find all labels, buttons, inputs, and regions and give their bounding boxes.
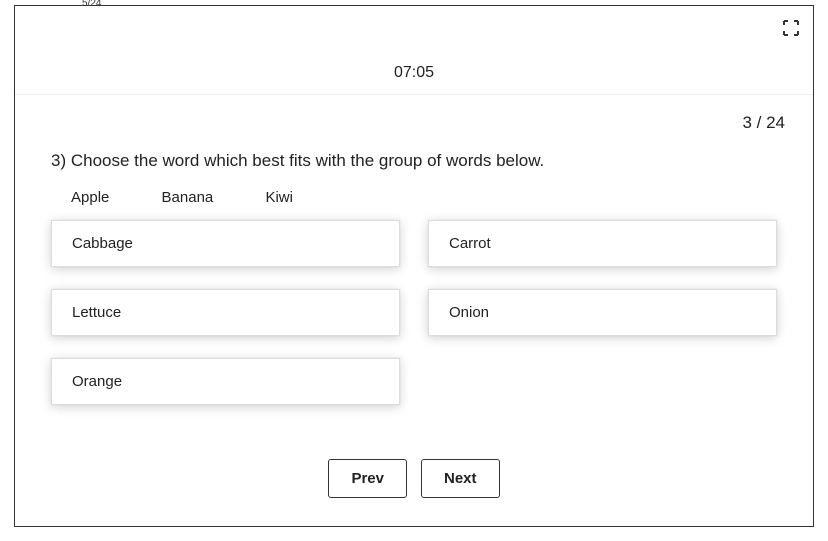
question-prompt: Choose the word which best fits with the… [71, 151, 544, 170]
question-number: 3) [51, 151, 66, 170]
option-onion[interactable]: Onion [428, 289, 777, 336]
question-progress: 3 / 24 [15, 95, 813, 133]
timer-display: 07:05 [15, 6, 813, 95]
nav-buttons: Prev Next [15, 459, 813, 498]
example-word: Apple [71, 189, 109, 206]
example-word: Banana [162, 189, 214, 206]
example-word: Kiwi [265, 189, 293, 206]
option-carrot[interactable]: Carrot [428, 220, 777, 267]
fullscreen-icon[interactable] [783, 20, 799, 36]
example-words: Apple Banana Kiwi [51, 189, 777, 206]
next-button[interactable]: Next [421, 459, 500, 498]
option-lettuce[interactable]: Lettuce [51, 289, 400, 336]
option-cabbage[interactable]: Cabbage [51, 220, 400, 267]
question-block: 3) Choose the word which best fits with … [15, 133, 813, 405]
options-grid: Cabbage Carrot Lettuce Onion Orange [51, 220, 777, 405]
quiz-container: 07:05 3 / 24 3) Choose the word which be… [14, 5, 814, 527]
option-orange[interactable]: Orange [51, 358, 400, 405]
prev-button[interactable]: Prev [328, 459, 407, 498]
question-text: 3) Choose the word which best fits with … [51, 151, 777, 171]
